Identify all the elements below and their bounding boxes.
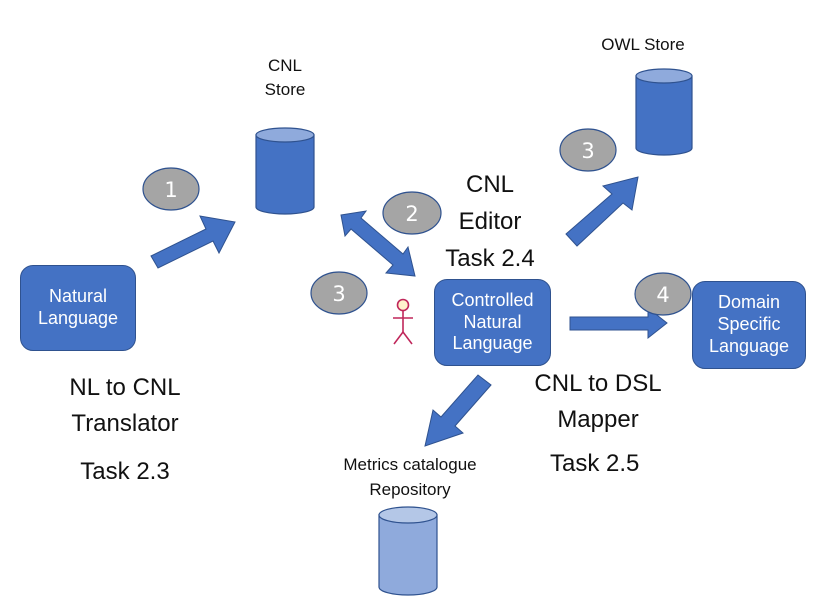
editor-label-line1: CNL bbox=[465, 171, 514, 198]
arrow-nl-to-cnl-store bbox=[150, 215, 236, 269]
metrics-repository-cylinder-icon[interactable] bbox=[378, 506, 438, 596]
editor-label-line2: Editor bbox=[458, 208, 522, 235]
mapper-task-label: Task 2.5 bbox=[550, 450, 640, 477]
owl-store-cylinder-icon[interactable] bbox=[635, 68, 693, 156]
svg-text:3: 3 bbox=[332, 282, 345, 306]
step-badge-3-editor: 3 bbox=[310, 271, 368, 315]
dsl-box-line2: Specific bbox=[717, 314, 781, 335]
cnl-store-cylinder-icon[interactable] bbox=[255, 127, 315, 215]
natural-language-box[interactable]: Natural Language bbox=[20, 265, 136, 351]
stick-figure-user-icon bbox=[393, 298, 413, 345]
translator-label: NL to CNL Translator Task 2.3 bbox=[40, 370, 210, 490]
arrow-cnl-to-metrics-repository bbox=[424, 374, 492, 447]
metrics-repository-label-line2: Repository bbox=[369, 480, 451, 499]
translator-label-line1: NL to CNL bbox=[69, 374, 181, 401]
editor-task-label: Task 2.4 bbox=[445, 245, 535, 272]
cnl-box-line2: Natural bbox=[463, 311, 522, 332]
editor-label: CNL Editor Task 2.4 bbox=[430, 166, 550, 277]
domain-specific-language-box[interactable]: Domain Specific Language bbox=[692, 281, 806, 369]
dsl-box-line1: Domain bbox=[717, 292, 781, 313]
cnl-store-label-line2: Store bbox=[264, 80, 306, 99]
mapper-label: CNL to DSL Mapper Task 2.5 bbox=[528, 366, 668, 482]
translator-label-line2: Translator bbox=[71, 410, 179, 437]
dsl-box-line3: Language bbox=[708, 335, 790, 356]
svg-text:2: 2 bbox=[405, 202, 418, 226]
svg-text:3: 3 bbox=[581, 139, 594, 163]
owl-store-label: OWL Store bbox=[601, 35, 685, 54]
natural-language-box-line1: Natural bbox=[48, 286, 108, 307]
svg-text:1: 1 bbox=[164, 178, 177, 202]
step-badge-3-owl: 3 bbox=[559, 128, 617, 172]
metrics-repository-label: Metrics catalogue Repository bbox=[310, 452, 510, 502]
step-badge-4: 4 bbox=[634, 272, 692, 316]
cnl-store-label: CNL Store bbox=[248, 54, 322, 102]
cnl-box-line3: Language bbox=[452, 333, 533, 354]
natural-language-box-line2: Language bbox=[37, 308, 119, 328]
metrics-repository-label-line1: Metrics catalogue bbox=[343, 455, 477, 474]
controlled-natural-language-box[interactable]: Controlled Natural Language bbox=[434, 279, 551, 366]
mapper-label-line1: CNL to DSL bbox=[534, 370, 662, 397]
cnl-box-line1: Controlled bbox=[451, 289, 534, 310]
cnl-store-label-line1: CNL bbox=[267, 56, 302, 75]
mapper-label-line2: Mapper bbox=[557, 406, 639, 433]
svg-text:4: 4 bbox=[656, 283, 669, 307]
translator-task-label: Task 2.3 bbox=[80, 458, 170, 485]
arrow-editor-to-owl-store bbox=[565, 176, 639, 247]
step-badge-1: 1 bbox=[142, 167, 200, 211]
